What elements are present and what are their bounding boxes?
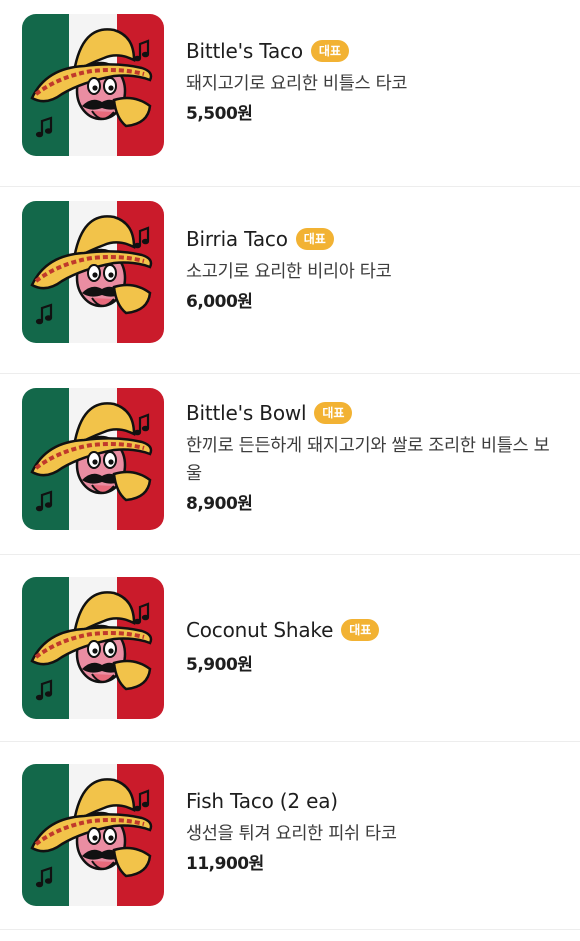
menu-item-price: 8,900원 [186,494,253,514]
menu-item-description: 생선을 튀겨 요리한 피쉬 타코 [186,824,397,844]
menu-item-bittles-bowl[interactable]: Bittle's Bowl 대표 한끼로 든든하게 돼지고기와 쌀로 조리한 비… [0,374,580,555]
menu-item-birria-taco[interactable]: Birria Taco 대표 소고기로 요리한 비리아 타코 6,000원 [0,187,580,374]
menu-item-bittles-taco[interactable]: Bittle's Taco 대표 돼지고기로 요리한 비틀스 타코 5,500원 [0,0,580,187]
signature-badge: 대표 [295,228,334,250]
menu-item-name: Bittle's Taco [186,39,303,63]
menu-item-price: 6,000원 [186,292,253,312]
menu-item-price: 5,500원 [186,104,253,124]
bittle-taco-mascot-logo [22,388,164,530]
menu-list: Bittle's Taco 대표 돼지고기로 요리한 비틀스 타코 5,500원… [0,0,580,941]
signature-badge: 대표 [314,402,353,424]
bittle-taco-mascot-logo [22,577,164,719]
menu-item-fish-taco[interactable]: Fish Taco (2 ea) 생선을 튀겨 요리한 피쉬 타코 11,900… [0,742,580,930]
signature-badge: 대표 [310,40,349,62]
menu-item-price: 5,900원 [186,655,253,675]
menu-item-name: Fish Taco (2 ea) [186,789,338,813]
menu-item-description: 돼지고기로 요리한 비틀스 타코 [186,74,408,94]
menu-item-description: 소고기로 요리한 비리아 타코 [186,262,392,282]
menu-item-coconut-shake[interactable]: Coconut Shake 대표 5,900원 [0,555,580,742]
bittle-taco-mascot-logo [22,14,164,156]
bittle-taco-mascot-logo [22,201,164,343]
menu-item-image[interactable] [22,764,164,906]
menu-item-image[interactable] [22,201,164,343]
menu-item-description: 한끼로 든든하게 돼지고기와 쌀로 조리한 비틀스 보울 [186,436,550,484]
bittle-taco-mascot-logo [22,764,164,906]
signature-badge: 대표 [341,619,380,641]
menu-item-name: Birria Taco [186,227,288,251]
menu-item-image[interactable] [22,14,164,156]
menu-item-price: 11,900원 [186,854,264,874]
menu-item-name: Bittle's Bowl [186,401,307,425]
menu-item-image[interactable] [22,577,164,719]
menu-item-name: Coconut Shake [186,618,334,642]
menu-item-image[interactable] [22,388,164,530]
